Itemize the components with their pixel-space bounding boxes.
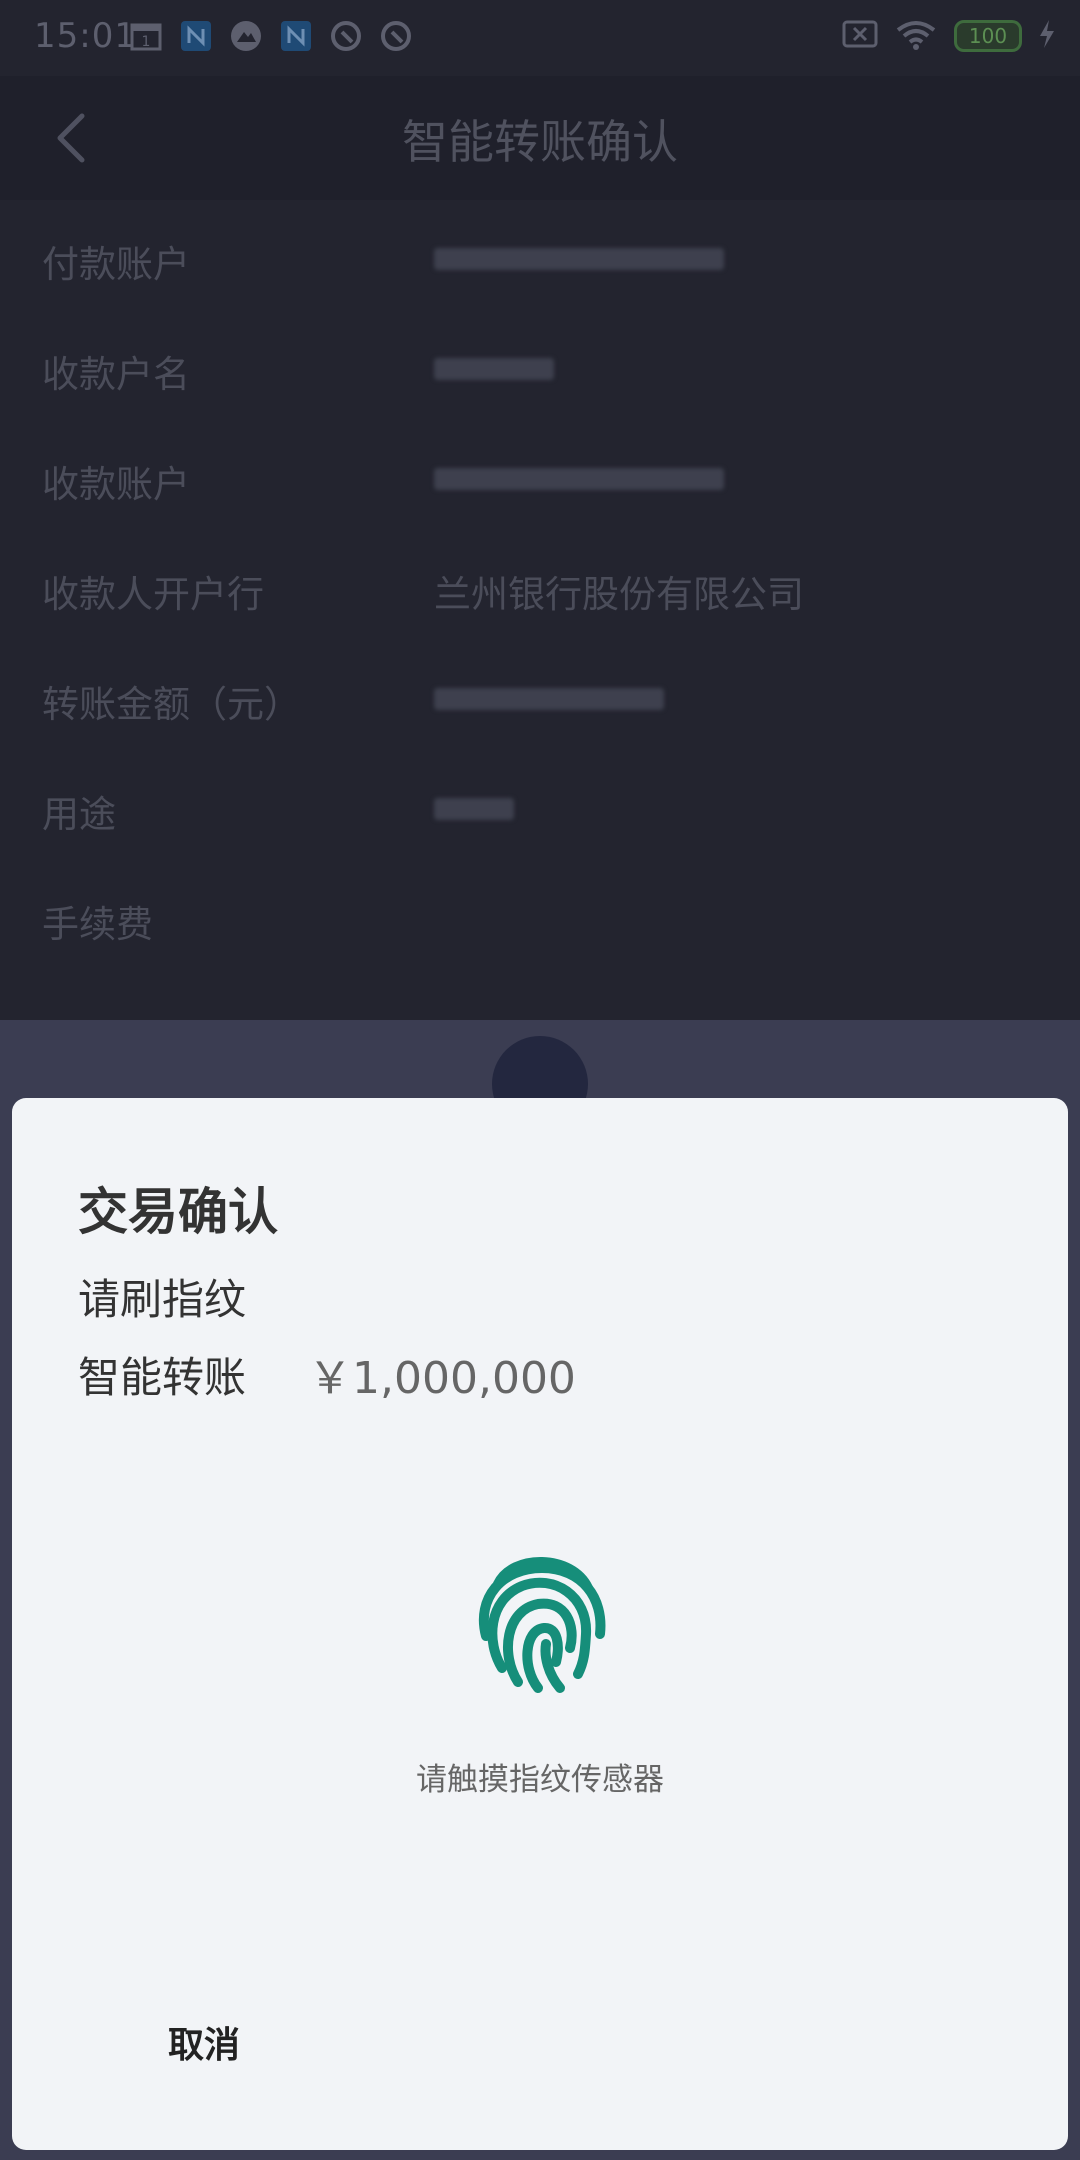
status-time: 15:01 — [34, 16, 137, 56]
page-title: 智能转账确认 — [402, 115, 678, 169]
detail-row-payee-account: 收款账户 — [0, 420, 1080, 530]
app-header: 智能转账确认 — [0, 76, 1080, 200]
business-type: 智能转账 — [78, 1353, 247, 1402]
mountain-app-icon — [228, 18, 264, 54]
detail-row-purpose: 用途 — [0, 750, 1080, 860]
calendar-icon: 1 — [128, 18, 164, 54]
notification-icons: 1 — [128, 18, 414, 54]
battery-icon: 100 — [954, 20, 1022, 52]
cancel-button[interactable]: 取消 — [148, 2006, 260, 2078]
detail-row-payee-bank: 收款人开户行 兰州银行股份有限公司 — [0, 530, 1080, 640]
detail-row-payee-name: 收款户名 — [0, 310, 1080, 420]
detail-value: 兰州银行股份有限公司 — [434, 573, 804, 616]
detail-label: 转账金额（元） — [42, 683, 301, 726]
sheet-title: 交易确认 — [78, 1183, 278, 1241]
detail-row-amount: 转账金额（元） — [0, 640, 1080, 750]
masked-value — [434, 798, 514, 820]
n-app-icon — [178, 18, 214, 54]
detail-label: 付款账户 — [42, 243, 190, 286]
masked-value — [434, 248, 724, 270]
transfer-details: 付款账户 收款户名 收款账户 收款人开户行 兰州银行股份有限公司 转账金额（元）… — [0, 200, 1080, 1020]
sheet-subtitle: 请刷指纹 — [78, 1275, 247, 1324]
transfer-amount: ￥1,000,000 — [308, 1353, 576, 1404]
detail-label: 手续费 — [42, 903, 153, 946]
status-bar: 15:01 1 100 — [0, 0, 1080, 76]
q-app-icon — [378, 18, 414, 54]
system-icons: 100 — [842, 18, 1056, 54]
fingerprint-hint: 请触摸指纹传感器 — [416, 1762, 664, 1798]
wifi-icon — [894, 18, 938, 54]
sim-off-icon — [842, 20, 878, 52]
detail-row-fee: 手续费 — [0, 860, 1080, 970]
masked-value — [434, 358, 554, 380]
masked-value — [434, 468, 724, 490]
detail-label: 用途 — [42, 793, 116, 836]
q-app-icon — [328, 18, 364, 54]
transaction-confirm-sheet: 交易确认 请刷指纹 智能转账 ￥1,000,000 请触摸指纹传感器 取消 — [12, 1098, 1068, 2150]
fingerprint-icon[interactable] — [472, 1538, 612, 1698]
n-app-icon — [278, 18, 314, 54]
charging-icon — [1038, 19, 1056, 53]
calendar-day: 1 — [142, 34, 151, 50]
detail-label: 收款人开户行 — [42, 573, 264, 616]
masked-value — [434, 688, 664, 710]
detail-row-payer-account: 付款账户 — [0, 200, 1080, 310]
detail-label: 收款户名 — [42, 353, 190, 396]
detail-label: 收款账户 — [42, 463, 190, 506]
